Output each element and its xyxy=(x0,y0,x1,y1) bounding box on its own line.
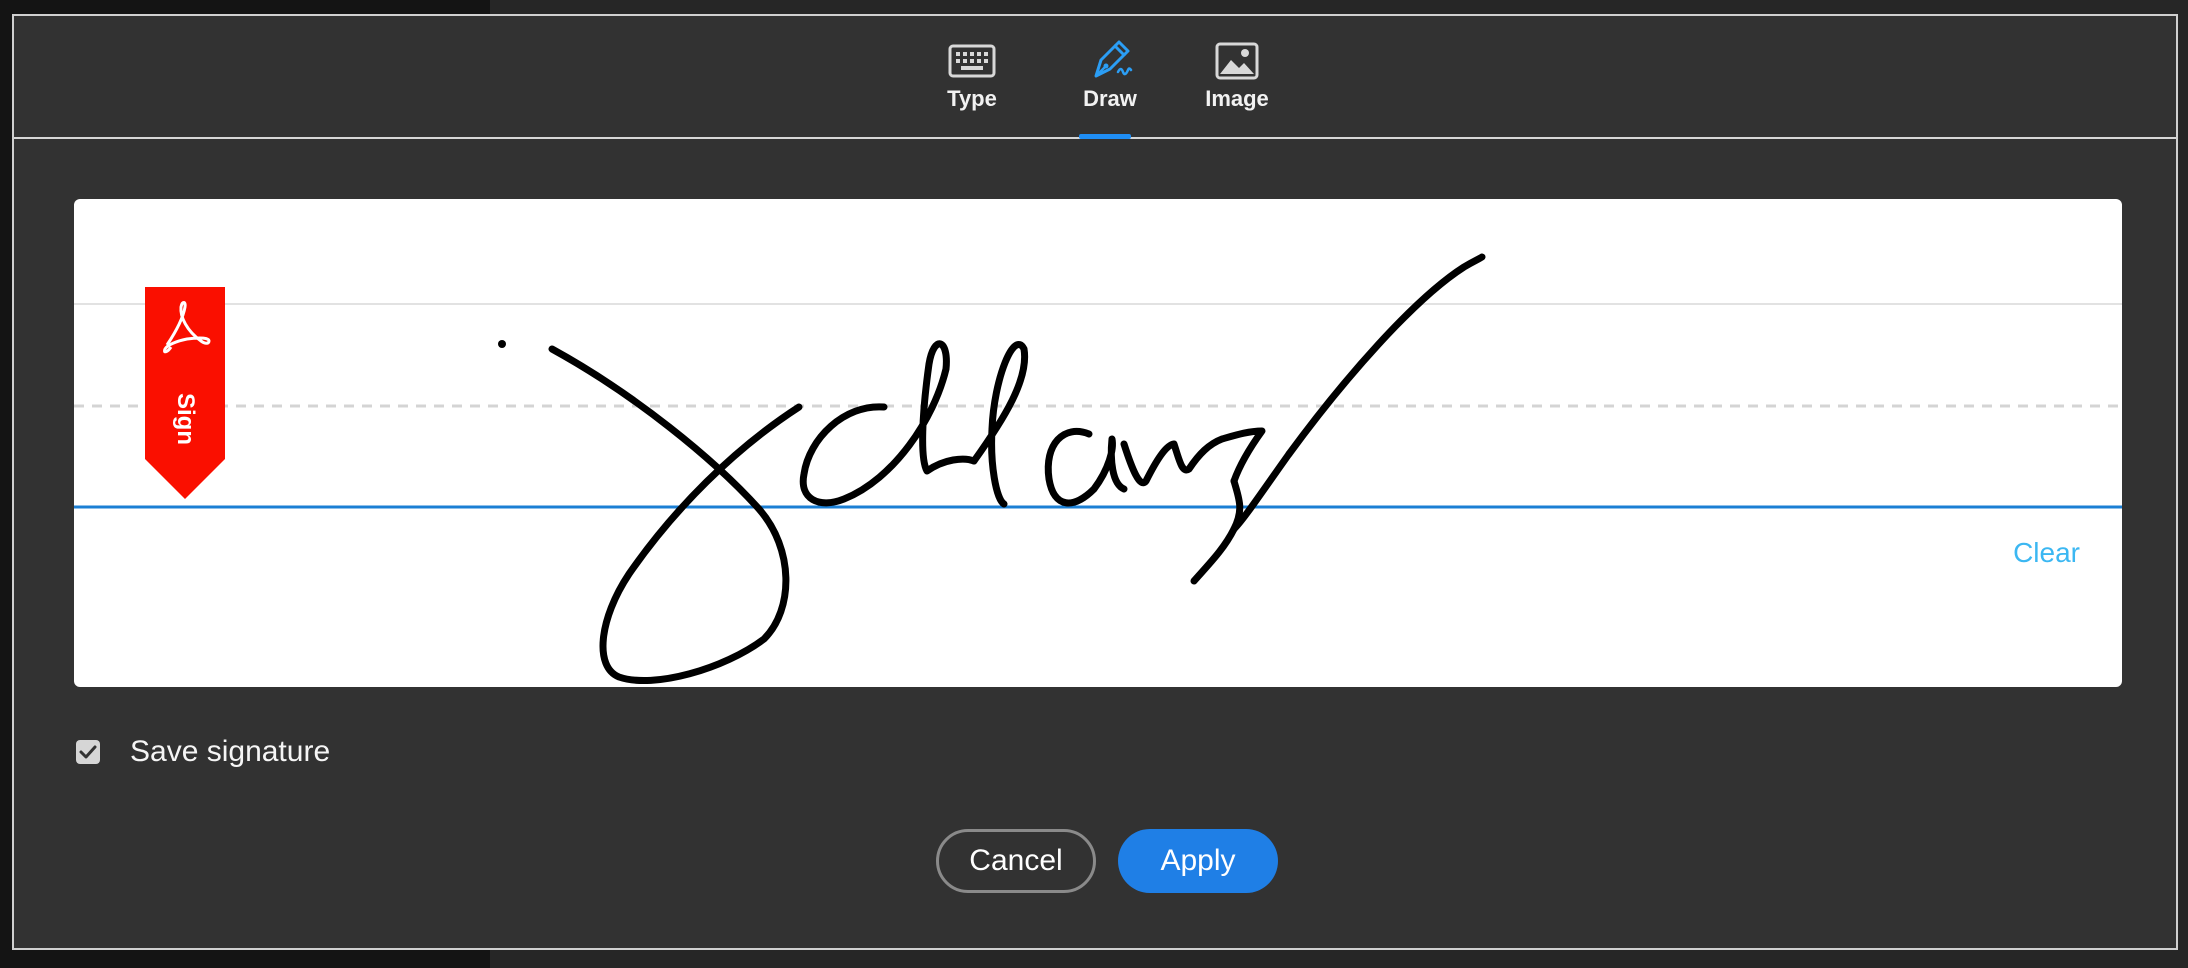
sign-badge-label: Sign xyxy=(172,393,199,445)
checkmark-icon xyxy=(79,745,97,759)
image-icon xyxy=(1215,42,1259,80)
tab-image[interactable]: Image xyxy=(1182,36,1292,136)
apply-button[interactable]: Apply xyxy=(1118,829,1278,893)
tab-draw[interactable]: Draw xyxy=(1055,36,1165,139)
pen-icon xyxy=(1094,40,1133,78)
keyboard-icon xyxy=(948,44,996,78)
signature-mode-tabs: Type Draw Image xyxy=(14,16,2176,139)
save-signature-checkbox[interactable] xyxy=(76,740,100,764)
drawn-signature xyxy=(498,253,1486,684)
tab-image-label: Image xyxy=(1205,86,1269,111)
save-signature-label: Save signature xyxy=(130,735,331,768)
tab-type-label: Type xyxy=(947,86,997,111)
signature-dialog: Type Draw Image Sign Clear Save signatur… xyxy=(12,14,2178,950)
save-signature-row[interactable]: Save signature xyxy=(76,732,330,772)
signature-canvas[interactable]: Sign Clear xyxy=(74,199,2122,687)
tab-type[interactable]: Type xyxy=(917,36,1027,136)
tab-draw-label: Draw xyxy=(1083,86,1137,111)
active-tab-indicator xyxy=(1079,134,1131,139)
clear-button[interactable]: Clear xyxy=(2013,537,2080,569)
cancel-button[interactable]: Cancel xyxy=(936,829,1096,893)
